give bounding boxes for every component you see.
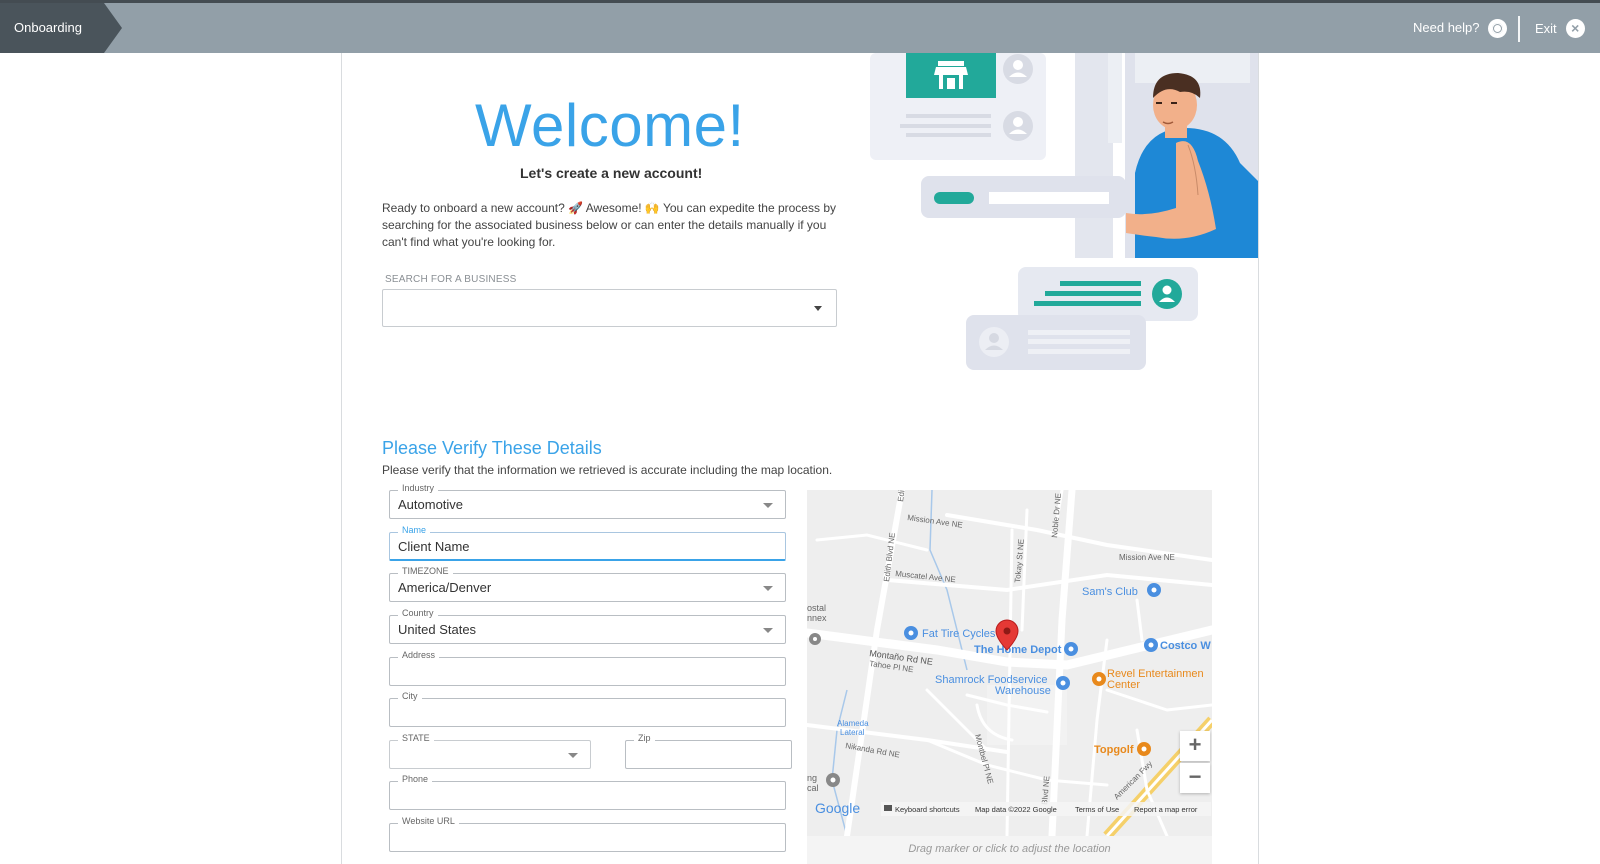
phone-field[interactable]: Phone	[389, 774, 786, 810]
country-select[interactable]: Country United States	[389, 608, 786, 644]
chevron-down-icon	[568, 753, 578, 758]
place-postal-2: nnex	[807, 613, 827, 623]
name-value: Client Name	[398, 539, 470, 554]
keyboard-icon	[884, 805, 892, 811]
address-field[interactable]: Address	[389, 650, 786, 686]
timezone-value: America/Denver	[398, 580, 492, 595]
industry-select[interactable]: Industry Automotive	[389, 483, 786, 519]
zoom-out-button[interactable]: −	[1180, 763, 1210, 793]
city-field[interactable]: City	[389, 691, 786, 727]
place-ng-2: cal	[807, 783, 819, 793]
onboarding-panel: Welcome! Let's create a new account! Rea…	[341, 53, 1259, 864]
place-fat-tire-cycles[interactable]: Fat Tire Cycles	[922, 628, 996, 640]
country-value: United States	[398, 622, 477, 637]
location-map[interactable]: Mission Ave NE Mission Ave NE Muscatel A…	[807, 490, 1212, 864]
need-help-label: Need help?	[1413, 20, 1480, 35]
place-postal-1: ostal	[807, 603, 826, 613]
place-shamrock-2[interactable]: Warehouse	[995, 685, 1051, 697]
exit-button[interactable]: Exit ×	[1535, 3, 1585, 53]
map-report-error[interactable]: Report a map error	[1134, 805, 1198, 814]
chevron-down-icon	[814, 306, 822, 311]
website-url-field[interactable]: Website URL	[389, 816, 786, 852]
chevron-down-icon	[763, 628, 773, 633]
street-mission-ave-2: Mission Ave NE	[1119, 553, 1175, 562]
city-label: City	[398, 691, 422, 701]
state-label: STATE	[398, 733, 434, 743]
top-bar: Onboarding Need help? Exit ×	[0, 0, 1600, 53]
google-logo: Google	[815, 800, 860, 816]
timezone-select[interactable]: TIMEZONE America/Denver	[389, 566, 786, 602]
place-ng-1: ng	[807, 773, 817, 783]
chevron-down-icon	[763, 586, 773, 591]
name-field[interactable]: Name Client Name	[389, 525, 786, 561]
zip-field[interactable]: Zip	[625, 733, 792, 769]
search-business-label: SEARCH FOR A BUSINESS	[385, 274, 517, 285]
place-costco[interactable]: Costco W	[1160, 640, 1211, 652]
map-data-credit: Map data ©2022 Google	[975, 805, 1057, 814]
street-alameda-2: Lateral	[840, 728, 865, 737]
industry-value: Automotive	[398, 497, 464, 512]
address-label: Address	[398, 650, 440, 660]
zoom-in-button[interactable]: +	[1180, 731, 1210, 761]
rocket-icon: 🚀	[568, 201, 584, 215]
chevron-down-icon	[763, 503, 773, 508]
raised-hands-icon: 🙌	[644, 201, 660, 215]
map-terms[interactable]: Terms of Use	[1075, 805, 1119, 814]
website-url-label: Website URL	[398, 816, 459, 826]
lifebuoy-icon	[1487, 18, 1507, 38]
place-revel-2[interactable]: Center	[1107, 679, 1140, 691]
welcome-title: Welcome!	[475, 92, 745, 159]
name-label: Name	[398, 525, 431, 535]
welcome-illustration	[870, 53, 1258, 370]
close-icon: ×	[1565, 18, 1585, 38]
verify-description: Please verify that the information we re…	[382, 463, 833, 477]
street-edith-top: Edi	[896, 490, 906, 502]
divider	[1518, 16, 1520, 42]
map-keyboard-shortcuts[interactable]: Keyboard shortcuts	[895, 805, 960, 814]
country-label: Country	[398, 608, 438, 618]
phone-label: Phone	[398, 774, 433, 784]
intro-text: Ready to onboard a new account? 🚀 Awesom…	[382, 201, 836, 249]
state-select[interactable]: STATE	[389, 733, 591, 769]
map-caption: Drag marker or click to adjust the locat…	[807, 836, 1212, 864]
place-home-depot[interactable]: The Home Depot	[974, 644, 1062, 656]
verify-title: Please Verify These Details	[382, 438, 602, 458]
welcome-subtitle: Let's create a new account!	[520, 165, 703, 181]
map-tiles: Mission Ave NE Mission Ave NE Muscatel A…	[807, 490, 1212, 836]
timezone-label: TIMEZONE	[398, 566, 453, 576]
zip-label: Zip	[634, 733, 655, 743]
street-alameda-1: Alameda	[837, 719, 869, 728]
exit-label: Exit	[1535, 20, 1557, 36]
breadcrumb-onboarding[interactable]: Onboarding	[0, 3, 122, 53]
search-business-select[interactable]	[382, 289, 837, 327]
industry-label: Industry	[398, 483, 439, 493]
place-sams-club[interactable]: Sam's Club	[1082, 586, 1138, 598]
need-help-button[interactable]: Need help?	[1413, 3, 1507, 53]
place-topgolf[interactable]: Topgolf	[1094, 744, 1134, 756]
